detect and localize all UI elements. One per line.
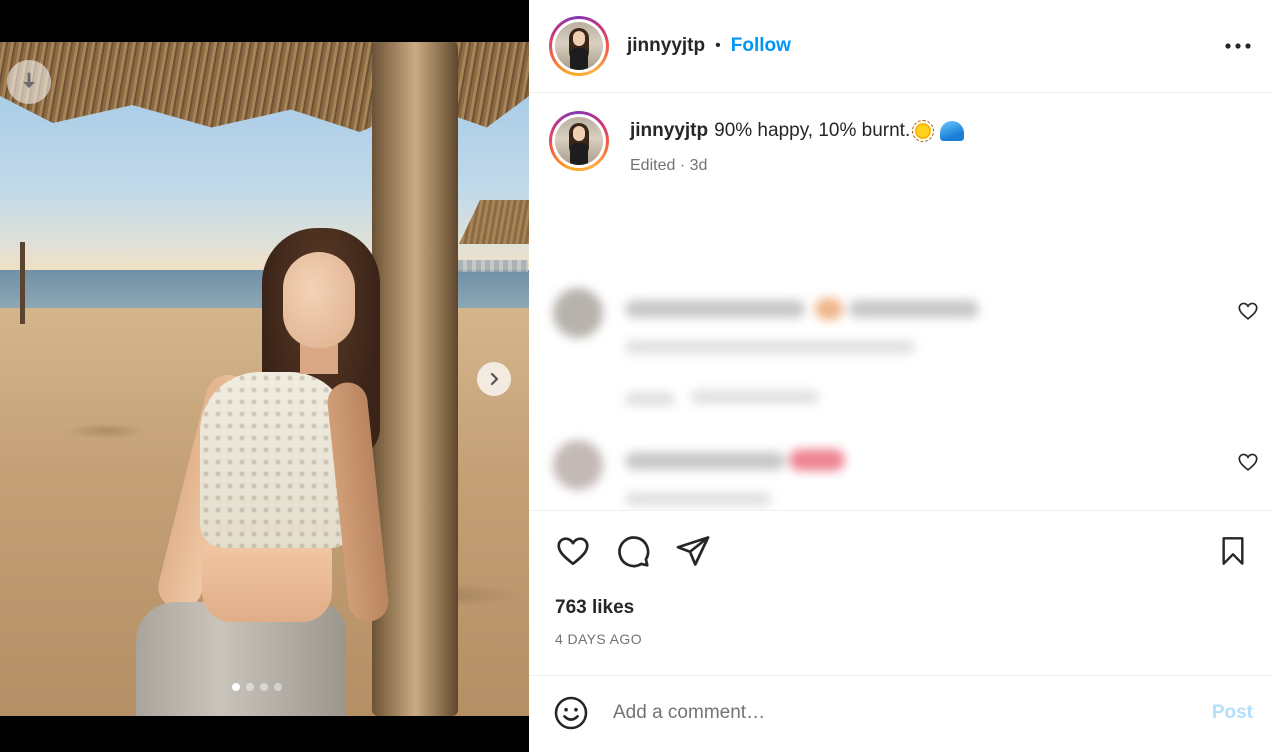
follow-button[interactable]: Follow	[731, 35, 791, 57]
avatar[interactable]	[549, 111, 609, 171]
carousel-dot	[246, 683, 254, 691]
post-date[interactable]: 4 DAYS AGO	[529, 625, 1273, 675]
carousel-dot	[260, 683, 268, 691]
post-header: jinnyyjtp • Follow	[529, 0, 1273, 93]
carousel-dot	[274, 683, 282, 691]
post-media	[0, 0, 529, 752]
smiley-icon[interactable]	[553, 695, 589, 731]
more-horizontal-icon[interactable]	[1223, 31, 1253, 61]
add-comment-bar: Post	[529, 675, 1273, 749]
post-button[interactable]: Post	[1212, 702, 1253, 724]
carousel-indicator	[232, 683, 282, 691]
caption-meta: Edited · 3d	[630, 157, 708, 174]
heart-icon[interactable]	[553, 531, 593, 571]
comments-section: jinnyyjtp 90% happy, 10% burnt. Edited ·…	[529, 93, 1273, 511]
avatar[interactable]	[549, 16, 609, 76]
post-sidebar: jinnyyjtp • Follow jinnyyjtp 90% happy, …	[529, 0, 1273, 752]
bookmark-icon[interactable]	[1213, 531, 1253, 571]
comment-like-heart-icon[interactable]	[1237, 300, 1259, 322]
comment-input[interactable]	[613, 701, 1212, 724]
chevron-right-icon[interactable]	[477, 362, 511, 396]
caption-username[interactable]: jinnyyjtp	[630, 119, 708, 143]
wave-emoji-icon	[940, 121, 965, 141]
paper-plane-icon[interactable]	[673, 531, 713, 571]
separator-dot: •	[715, 37, 721, 54]
post-photo	[0, 42, 529, 716]
post-actions	[529, 511, 1273, 591]
caption: jinnyyjtp 90% happy, 10% burnt. Edited ·…	[549, 111, 1253, 175]
download-arrow-icon[interactable]	[7, 60, 51, 104]
comment-like-heart-icon[interactable]	[1237, 451, 1259, 473]
carousel-dot	[232, 683, 240, 691]
header-username[interactable]: jinnyyjtp	[627, 35, 705, 57]
likes-count[interactable]: 763 likes	[529, 591, 1273, 625]
caption-text: 90% happy, 10% burnt.	[714, 120, 911, 141]
comment-bubble-icon[interactable]	[613, 531, 653, 571]
sun-emoji-icon	[912, 120, 935, 142]
